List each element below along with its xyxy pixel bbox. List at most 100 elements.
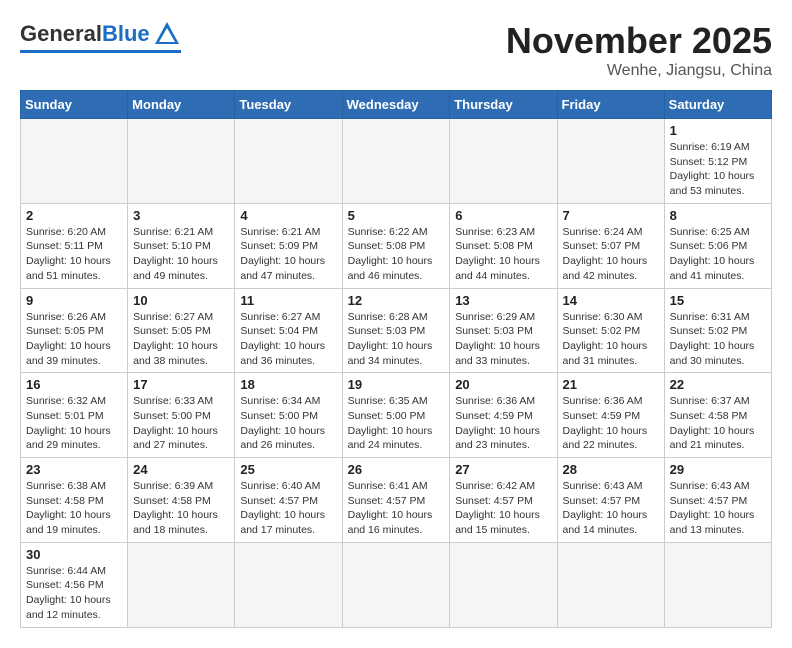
calendar-cell: 3Sunrise: 6:21 AM Sunset: 5:10 PM Daylig… bbox=[128, 203, 235, 288]
day-number: 8 bbox=[670, 208, 766, 223]
calendar-cell: 5 Sunrise: 6:22 AM Sunset: 5:08 PM Daylig… bbox=[342, 203, 450, 288]
day-info: Sunrise: 6:21 AM Sunset: 5:09 PM Dayligh… bbox=[240, 225, 336, 284]
day-number: 19 bbox=[348, 377, 445, 392]
day-info: Sunrise: 6:35 AM Sunset: 5:00 PM Dayligh… bbox=[348, 394, 445, 453]
calendar-cell: 25Sunrise: 6:40 AM Sunset: 4:57 PM Dayli… bbox=[235, 458, 342, 543]
day-number: 21 bbox=[563, 377, 659, 392]
logo-underline bbox=[20, 50, 181, 53]
day-info: Sunrise: 6:43 AM Sunset: 4:57 PM Dayligh… bbox=[563, 479, 659, 538]
day-info: Sunrise: 6:30 AM Sunset: 5:02 PM Dayligh… bbox=[563, 310, 659, 369]
calendar-cell: 20 Sunrise: 6:36 AM Sunset: 4:59 PM Dayli… bbox=[450, 373, 557, 458]
day-info: Sunrise: 6:29 AM Sunset: 5:03 PM Dayligh… bbox=[455, 310, 551, 369]
calendar-cell: 9 Sunrise: 6:26 AM Sunset: 5:05 PM Daylig… bbox=[21, 288, 128, 373]
day-number: 25 bbox=[240, 462, 336, 477]
day-number: 16 bbox=[26, 377, 122, 392]
calendar-cell: 14 Sunrise: 6:30 AM Sunset: 5:02 PM Dayli… bbox=[557, 288, 664, 373]
calendar-cell: 17 Sunrise: 6:33 AM Sunset: 5:00 PM Dayli… bbox=[128, 373, 235, 458]
day-info: Sunrise: 6:26 AM Sunset: 5:05 PM Dayligh… bbox=[26, 310, 122, 369]
page-header: General Blue November 2025 Wenhe, Jiangs… bbox=[20, 20, 772, 80]
day-number: 30 bbox=[26, 547, 122, 562]
day-info: Sunrise: 6:39 AM Sunset: 4:58 PM Dayligh… bbox=[133, 479, 229, 538]
calendar-cell bbox=[342, 119, 450, 204]
calendar-cell: 12Sunrise: 6:28 AM Sunset: 5:03 PM Dayli… bbox=[342, 288, 450, 373]
day-info: Sunrise: 6:23 AM Sunset: 5:08 PM Dayligh… bbox=[455, 225, 551, 284]
logo-general-text: General bbox=[20, 21, 102, 47]
day-number: 10 bbox=[133, 293, 229, 308]
weekday-header-sunday: Sunday bbox=[21, 91, 128, 119]
calendar-cell bbox=[450, 542, 557, 627]
calendar-cell bbox=[450, 119, 557, 204]
calendar-cell bbox=[128, 119, 235, 204]
calendar-cell: 21 Sunrise: 6:36 AM Sunset: 4:59 PM Dayli… bbox=[557, 373, 664, 458]
day-number: 13 bbox=[455, 293, 551, 308]
day-info: Sunrise: 6:34 AM Sunset: 5:00 PM Dayligh… bbox=[240, 394, 336, 453]
weekday-header-saturday: Saturday bbox=[664, 91, 771, 119]
day-number: 9 bbox=[26, 293, 122, 308]
calendar-cell bbox=[21, 119, 128, 204]
calendar-cell bbox=[235, 542, 342, 627]
calendar-cell: 15Sunrise: 6:31 AM Sunset: 5:02 PM Dayli… bbox=[664, 288, 771, 373]
calendar-cell: 2 Sunrise: 6:20 AM Sunset: 5:11 PM Daylig… bbox=[21, 203, 128, 288]
month-title: November 2025 bbox=[506, 20, 772, 62]
day-info: Sunrise: 6:36 AM Sunset: 4:59 PM Dayligh… bbox=[455, 394, 551, 453]
day-info: Sunrise: 6:25 AM Sunset: 5:06 PM Dayligh… bbox=[670, 225, 766, 284]
calendar-cell: 29 Sunrise: 6:43 AM Sunset: 4:57 PM Dayli… bbox=[664, 458, 771, 543]
day-number: 17 bbox=[133, 377, 229, 392]
day-number: 20 bbox=[455, 377, 551, 392]
day-info: Sunrise: 6:43 AM Sunset: 4:57 PM Dayligh… bbox=[670, 479, 766, 538]
day-number: 7 bbox=[563, 208, 659, 223]
calendar-cell: 22 Sunrise: 6:37 AM Sunset: 4:58 PM Dayli… bbox=[664, 373, 771, 458]
weekday-header-monday: Monday bbox=[128, 91, 235, 119]
day-info: Sunrise: 6:37 AM Sunset: 4:58 PM Dayligh… bbox=[670, 394, 766, 453]
title-block: November 2025 Wenhe, Jiangsu, China bbox=[506, 20, 772, 80]
day-number: 29 bbox=[670, 462, 766, 477]
calendar-cell: 28 Sunrise: 6:43 AM Sunset: 4:57 PM Dayli… bbox=[557, 458, 664, 543]
day-number: 23 bbox=[26, 462, 122, 477]
day-info: Sunrise: 6:44 AM Sunset: 4:56 PM Dayligh… bbox=[26, 564, 122, 623]
day-info: Sunrise: 6:31 AM Sunset: 5:02 PM Dayligh… bbox=[670, 310, 766, 369]
day-number: 12 bbox=[348, 293, 445, 308]
calendar-cell: 7 Sunrise: 6:24 AM Sunset: 5:07 PM Daylig… bbox=[557, 203, 664, 288]
calendar-cell: 4 Sunrise: 6:21 AM Sunset: 5:09 PM Daylig… bbox=[235, 203, 342, 288]
calendar-cell: 30 Sunrise: 6:44 AM Sunset: 4:56 PM Dayli… bbox=[21, 542, 128, 627]
weekday-header-row: SundayMondayTuesdayWednesdayThursdayFrid… bbox=[21, 91, 772, 119]
day-info: Sunrise: 6:24 AM Sunset: 5:07 PM Dayligh… bbox=[563, 225, 659, 284]
day-number: 24 bbox=[133, 462, 229, 477]
day-info: Sunrise: 6:19 AM Sunset: 5:12 PM Dayligh… bbox=[670, 140, 766, 199]
weekday-header-wednesday: Wednesday bbox=[342, 91, 450, 119]
calendar-cell: 10Sunrise: 6:27 AM Sunset: 5:05 PM Dayli… bbox=[128, 288, 235, 373]
day-number: 4 bbox=[240, 208, 336, 223]
week-row-2: 2 Sunrise: 6:20 AM Sunset: 5:11 PM Daylig… bbox=[21, 203, 772, 288]
week-row-5: 23Sunrise: 6:38 AM Sunset: 4:58 PM Dayli… bbox=[21, 458, 772, 543]
day-number: 2 bbox=[26, 208, 122, 223]
week-row-6: 30 Sunrise: 6:44 AM Sunset: 4:56 PM Dayli… bbox=[21, 542, 772, 627]
calendar-cell: 24 Sunrise: 6:39 AM Sunset: 4:58 PM Dayli… bbox=[128, 458, 235, 543]
day-number: 14 bbox=[563, 293, 659, 308]
calendar-cell bbox=[128, 542, 235, 627]
calendar-cell: 1 Sunrise: 6:19 AM Sunset: 5:12 PM Daylig… bbox=[664, 119, 771, 204]
day-info: Sunrise: 6:36 AM Sunset: 4:59 PM Dayligh… bbox=[563, 394, 659, 453]
day-info: Sunrise: 6:42 AM Sunset: 4:57 PM Dayligh… bbox=[455, 479, 551, 538]
day-number: 3 bbox=[133, 208, 229, 223]
day-number: 5 bbox=[348, 208, 445, 223]
day-info: Sunrise: 6:22 AM Sunset: 5:08 PM Dayligh… bbox=[348, 225, 445, 284]
logo-icon bbox=[153, 20, 181, 48]
calendar-cell bbox=[664, 542, 771, 627]
calendar-cell: 16Sunrise: 6:32 AM Sunset: 5:01 PM Dayli… bbox=[21, 373, 128, 458]
calendar-cell: 23Sunrise: 6:38 AM Sunset: 4:58 PM Dayli… bbox=[21, 458, 128, 543]
day-info: Sunrise: 6:33 AM Sunset: 5:00 PM Dayligh… bbox=[133, 394, 229, 453]
calendar-cell: 27Sunrise: 6:42 AM Sunset: 4:57 PM Dayli… bbox=[450, 458, 557, 543]
week-row-4: 16Sunrise: 6:32 AM Sunset: 5:01 PM Dayli… bbox=[21, 373, 772, 458]
day-number: 1 bbox=[670, 123, 766, 138]
week-row-3: 9 Sunrise: 6:26 AM Sunset: 5:05 PM Daylig… bbox=[21, 288, 772, 373]
calendar-cell: 6 Sunrise: 6:23 AM Sunset: 5:08 PM Daylig… bbox=[450, 203, 557, 288]
day-number: 22 bbox=[670, 377, 766, 392]
calendar-cell: 8 Sunrise: 6:25 AM Sunset: 5:06 PM Daylig… bbox=[664, 203, 771, 288]
weekday-header-thursday: Thursday bbox=[450, 91, 557, 119]
day-info: Sunrise: 6:20 AM Sunset: 5:11 PM Dayligh… bbox=[26, 225, 122, 284]
location: Wenhe, Jiangsu, China bbox=[506, 62, 772, 80]
day-number: 6 bbox=[455, 208, 551, 223]
calendar-table: SundayMondayTuesdayWednesdayThursdayFrid… bbox=[20, 90, 772, 628]
day-number: 28 bbox=[563, 462, 659, 477]
calendar-cell bbox=[235, 119, 342, 204]
